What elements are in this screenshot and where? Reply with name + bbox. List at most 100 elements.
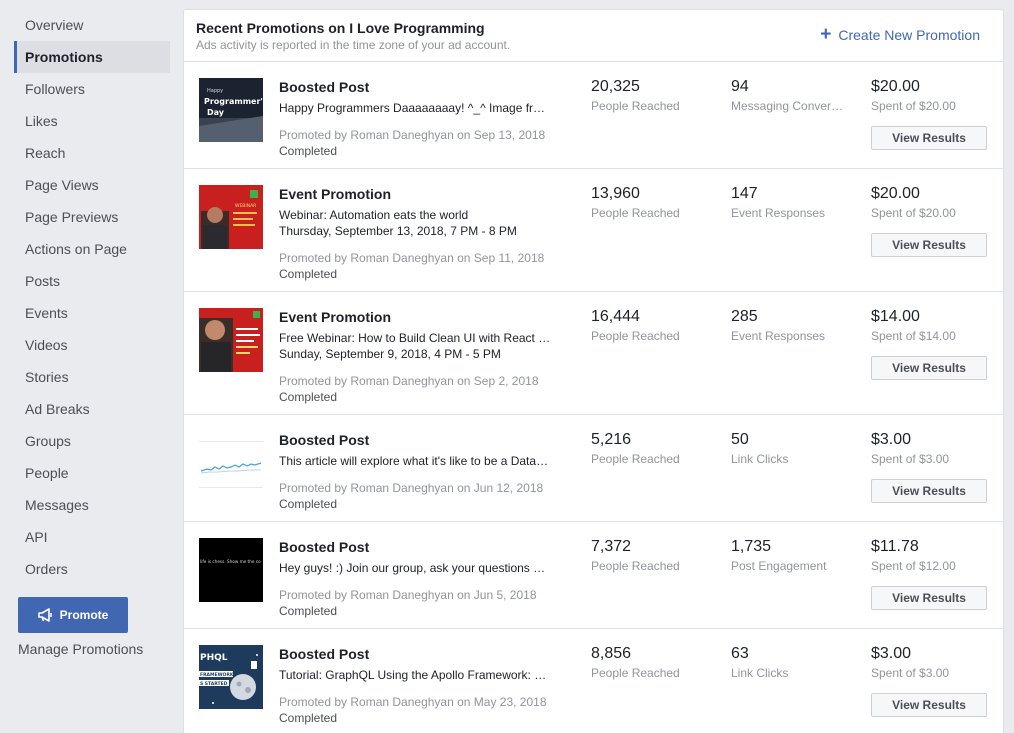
reach-value: 5,216 (591, 431, 632, 448)
svg-text:WEBINAR: WEBINAR (235, 203, 256, 209)
svg-text:life is chess. Show me the co: life is chess. Show me the co (200, 559, 261, 564)
sidebar-item-likes[interactable]: Likes (14, 105, 170, 137)
view-results-button[interactable]: View Results (871, 356, 987, 380)
sidebar-item-api[interactable]: API (14, 521, 170, 553)
sidebar-item-reach[interactable]: Reach (14, 137, 170, 169)
spent-label: Spent of $20.00 (871, 206, 956, 220)
spent-value: $14.00 (871, 308, 920, 325)
sidebar-item-stories[interactable]: Stories (14, 361, 170, 393)
reach-label: People Reached (591, 206, 680, 220)
result-value: 63 (731, 645, 749, 662)
status-badge: Completed (279, 144, 338, 158)
spent-label: Spent of $3.00 (871, 666, 950, 680)
spent-value: $11.78 (871, 538, 919, 555)
manage-promotions-link[interactable]: Manage Promotions (18, 641, 143, 657)
sidebar-item-promotions[interactable]: Promotions (14, 41, 170, 73)
megaphone-icon (37, 608, 52, 622)
reach-label: People Reached (591, 452, 680, 466)
sidebar-item-page-previews[interactable]: Page Previews (14, 201, 170, 233)
sidebar-item-orders[interactable]: Orders (14, 553, 170, 585)
promotion-thumbnail[interactable]: Happy Programmer's Day (199, 78, 263, 142)
promotion-row: Happy Programmer's Day Boosted Post Happ… (184, 62, 1003, 169)
spent-label: Spent of $12.00 (871, 559, 956, 573)
promote-button[interactable]: Promote (18, 597, 128, 633)
svg-text:FRAMEWORK: FRAMEWORK (200, 672, 234, 678)
view-results-button[interactable]: View Results (871, 586, 987, 610)
promotion-date: Sunday, September 9, 2018, 4 PM - 5 PM (279, 347, 501, 361)
spent-value: $3.00 (871, 431, 912, 448)
create-promotion-button[interactable]: + Create New Promotion (820, 25, 980, 44)
result-label: Messaging Conversations (731, 99, 845, 113)
promoted-by: Promoted by Roman Daneghyan on Jun 5, 20… (279, 588, 537, 602)
result-value: 147 (731, 185, 758, 202)
sidebar-item-posts[interactable]: Posts (14, 265, 170, 297)
svg-text:Day: Day (207, 108, 225, 117)
promotion-type[interactable]: Boosted Post (279, 432, 369, 448)
reach-label: People Reached (591, 99, 680, 113)
status-badge: Completed (279, 390, 338, 404)
view-results-button[interactable]: View Results (871, 126, 987, 150)
promotion-type[interactable]: Boosted Post (279, 79, 369, 95)
promotion-row: PHQL FRAMEWORK S STARTED Boosted Post Tu… (184, 629, 1003, 733)
sidebar: Overview Promotions Followers Likes Reach Pag… (0, 0, 182, 733)
spent-label: Spent of $14.00 (871, 329, 956, 343)
sidebar-item-groups[interactable]: Groups (14, 425, 170, 457)
status-badge: Completed (279, 604, 338, 618)
promoted-by: Promoted by Roman Daneghyan on Sep 2, 20… (279, 374, 539, 388)
sidebar-item-videos[interactable]: Videos (14, 329, 170, 361)
result-value: 94 (731, 78, 749, 95)
panel-header: Recent Promotions on I Love Programming … (184, 10, 1003, 62)
promotion-row: life is chess. Show me the co Boosted Po… (184, 522, 1003, 629)
reach-value: 20,325 (591, 78, 640, 95)
promotion-row: Boosted Post This article will explore w… (184, 415, 1003, 522)
sidebar-item-page-views[interactable]: Page Views (14, 169, 170, 201)
view-results-button[interactable]: View Results (871, 693, 987, 717)
promotion-thumbnail[interactable] (199, 308, 263, 372)
spent-label: Spent of $20.00 (871, 99, 956, 113)
promotion-description: Hey guys! :) Join our group, ask your qu… (279, 561, 551, 575)
sidebar-item-overview[interactable]: Overview (14, 9, 170, 41)
page-title: Recent Promotions on I Love Programming (196, 20, 485, 36)
status-badge: Completed (279, 711, 338, 725)
promotion-description: Webinar: Automation eats the world (279, 208, 469, 222)
promotion-thumbnail[interactable] (199, 431, 263, 495)
sidebar-item-followers[interactable]: Followers (14, 73, 170, 105)
promotion-thumbnail[interactable]: life is chess. Show me the co (199, 538, 263, 602)
promote-label: Promote (59, 608, 109, 622)
view-results-button[interactable]: View Results (871, 479, 987, 503)
spent-label: Spent of $3.00 (871, 452, 950, 466)
promotion-description: Free Webinar: How to Build Clean UI with… (279, 331, 551, 345)
svg-text:Happy: Happy (207, 88, 223, 94)
reach-label: People Reached (591, 329, 680, 343)
sidebar-item-events[interactable]: Events (14, 297, 170, 329)
promotion-type[interactable]: Boosted Post (279, 646, 369, 662)
promotion-type[interactable]: Boosted Post (279, 539, 369, 555)
view-results-button[interactable]: View Results (871, 233, 987, 257)
result-value: 50 (731, 431, 749, 448)
reach-value: 7,372 (591, 538, 632, 555)
sidebar-item-people[interactable]: People (14, 457, 170, 489)
promotion-thumbnail[interactable]: PHQL FRAMEWORK S STARTED (199, 645, 263, 709)
sidebar-item-messages[interactable]: Messages (14, 489, 170, 521)
result-label: Post Engagement (731, 559, 827, 573)
sidebar-item-actions-on-page[interactable]: Actions on Page (14, 233, 170, 265)
reach-label: People Reached (591, 559, 680, 573)
svg-text:Programmer's: Programmer's (204, 97, 263, 106)
panel-subtitle: Ads activity is reported in the time zon… (196, 38, 511, 52)
promotion-thumbnail[interactable]: WEBINAR (199, 185, 263, 249)
promotion-description: This article will explore what it's like… (279, 454, 551, 468)
result-label: Link Clicks (731, 666, 789, 680)
promotion-type[interactable]: Event Promotion (279, 309, 391, 325)
sidebar-item-ad-breaks[interactable]: Ad Breaks (14, 393, 170, 425)
promoted-by: Promoted by Roman Daneghyan on Sep 11, 2… (279, 251, 545, 265)
promotion-description: Happy Programmers Daaaaaaaay! ^_^ Image … (279, 101, 551, 115)
promotion-type[interactable]: Event Promotion (279, 186, 391, 202)
reach-value: 8,856 (591, 645, 632, 662)
spent-value: $20.00 (871, 185, 920, 202)
svg-text:S STARTED: S STARTED (200, 681, 228, 687)
status-badge: Completed (279, 497, 338, 511)
result-label: Event Responses (731, 329, 826, 343)
result-label: Event Responses (731, 206, 826, 220)
result-value: 285 (731, 308, 758, 325)
create-promotion-label: Create New Promotion (838, 27, 980, 43)
